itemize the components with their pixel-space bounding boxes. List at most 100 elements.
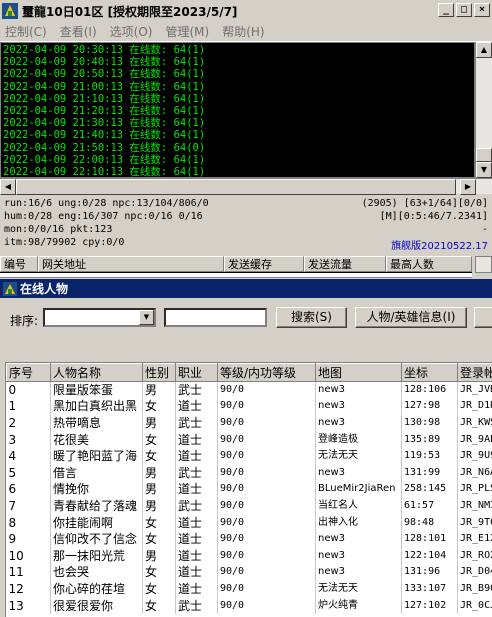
table-row[interactable]: 10那一抹阳光荒男道士90/0new3122:104JR_RO2 [6, 547, 492, 565]
row-index: 6 [6, 481, 51, 498]
log-line: 2022-04-09 21:10:13 在线数: 64(1) [3, 92, 206, 105]
row-class: 道士 [175, 398, 218, 415]
row-level: 90/0 [217, 564, 316, 581]
col-map[interactable]: 地图 [315, 363, 402, 382]
row-level: 90/0 [217, 447, 316, 465]
menu-manage[interactable]: 管理(M) [160, 23, 217, 40]
minimize-button[interactable]: _ [438, 3, 454, 17]
row-level: 90/0 [217, 514, 316, 531]
row-name: 暖了艳阳蓝了海 [50, 447, 143, 465]
menu-options[interactable]: 选项(O) [105, 23, 161, 40]
sort-dropdown[interactable]: ▼ [43, 308, 156, 327]
gateway-col-max-players[interactable]: 最高人数 [386, 256, 472, 272]
col-class[interactable]: 职业 [175, 363, 218, 382]
scroll-up-arrow-icon[interactable]: ▲ [476, 42, 492, 58]
log-vertical-scrollbar[interactable]: ▲ ▼ [475, 42, 492, 178]
row-account: JR_0CJ [457, 597, 492, 614]
scroll-down-arrow-icon[interactable]: ▼ [476, 162, 492, 178]
row-coords: 128:106 [401, 381, 458, 399]
row-gender: 女 [142, 580, 176, 598]
table-row[interactable]: 6情挽你男道士90/0BLueMir2JiaRen258:145JR_PLS [6, 481, 492, 498]
scroll-thumb[interactable] [476, 148, 492, 162]
scroll-left-arrow-icon[interactable]: ◀ [0, 179, 16, 195]
row-name: 花很美 [50, 431, 143, 448]
table-row[interactable]: 12你心碎的荏塇女道士90/0无法无天133:107JR_B90 [6, 580, 492, 598]
row-level: 90/0 [217, 580, 316, 598]
gateway-grid-body[interactable] [0, 273, 472, 278]
log-line: 2022-04-09 20:30:13 在线数: 64(1) [3, 44, 206, 56]
row-index: 5 [6, 464, 51, 482]
row-name: 限量版笨蛋 [50, 381, 143, 399]
row-map: 登峰造极 [315, 431, 402, 448]
table-row[interactable]: 1黑加白真织出黑女道士90/0new3127:98JR_D1K [6, 398, 492, 415]
player-hero-info-button[interactable]: 人物/英雄信息(I) [355, 307, 467, 328]
menu-help[interactable]: 帮助(H) [217, 23, 272, 40]
row-gender: 女 [142, 447, 176, 465]
col-coords[interactable]: 坐标 [401, 363, 458, 382]
table-row[interactable]: 11也会哭女道士90/0new3131:96JR_D04 [6, 564, 492, 581]
table-row[interactable]: 4暖了艳阳蓝了海女道士90/0无法无天119:53JR_9U9 [6, 447, 492, 465]
close-button[interactable]: × [474, 3, 490, 17]
table-row[interactable]: 0限量版笨蛋男武士90/0new3128:106JR_JVK [6, 381, 492, 399]
table-row[interactable]: 8你挂能闹啊女道士90/0出神入化98:48JR_9TO [6, 514, 492, 531]
search-input[interactable] [164, 308, 267, 327]
row-class: 武士 [175, 497, 218, 515]
col-level[interactable]: 等级/内功等级 [217, 363, 316, 382]
gateway-col-send-traffic[interactable]: 发送流量 [304, 256, 386, 272]
row-gender: 女 [142, 398, 176, 415]
table-row[interactable]: 9信仰改不了信念女道士90/0new3128:101JR_E12 [6, 530, 492, 548]
row-coords: 119:53 [401, 447, 458, 465]
dropdown-arrow-icon[interactable]: ▼ [139, 310, 154, 325]
gateway-col-address[interactable]: 网关地址 [38, 256, 224, 272]
horizontal-scroll-thumb[interactable] [16, 179, 456, 195]
title-bar: 璽龍10日01区 [授权期限至2023/5/7] _ □ × [0, 0, 492, 22]
row-level: 90/0 [217, 481, 316, 498]
row-gender: 男 [142, 381, 176, 399]
maximize-button[interactable]: □ [456, 3, 472, 17]
stat-mon: mon:0/0/16 pkt:123 [4, 224, 113, 235]
scroll-right-arrow-icon[interactable]: ▶ [460, 179, 476, 195]
table-row[interactable]: 3花很美女道士90/0登峰造极135:89JR_9AB [6, 431, 492, 448]
table-row[interactable]: 7青春献给了落魂男武士90/0当红名人61:57JR_NMI [6, 497, 492, 515]
search-button[interactable]: 搜索(S) [276, 307, 347, 328]
gateway-col-id[interactable]: 编号 [0, 256, 38, 272]
col-account[interactable]: 登录帐号 [457, 363, 492, 382]
gateway-grid-scrollbar[interactable] [475, 256, 492, 273]
row-coords: 131:99 [401, 464, 458, 482]
log-line: 2022-04-09 22:00:13 在线数: 64(1) [3, 153, 206, 166]
col-index[interactable]: 序号 [6, 363, 51, 382]
row-name: 青春献给了落魂 [50, 497, 143, 515]
row-class: 道士 [175, 431, 218, 448]
row-map: new3 [315, 398, 402, 415]
table-row[interactable]: 13很爱很爱你女武士90/0炉火纯青127:102JR_0CJ [6, 597, 492, 614]
row-map: new3 [315, 530, 402, 548]
row-level: 90/0 [217, 398, 316, 415]
menu-control[interactable]: 控制(C) [0, 23, 55, 40]
log-horizontal-scrollbar[interactable]: ◀ ▶ [0, 178, 492, 195]
stat-run: run:16/6 ung:0/28 npc:13/104/806/0 [4, 198, 209, 209]
row-index: 4 [6, 447, 51, 465]
col-name[interactable]: 人物名称 [50, 363, 143, 382]
row-level: 90/0 [217, 431, 316, 448]
table-row[interactable]: 5借言男武士90/0new3131:99JR_N6A [6, 464, 492, 482]
menu-bar: 控制(C) 查看(I) 选项(O) 管理(M) 帮助(H) [0, 22, 492, 42]
row-account: JR_D1K [457, 398, 492, 415]
row-class: 道士 [175, 564, 218, 581]
log-line: 2022-04-09 20:50:13 在线数: 64(1) [3, 68, 206, 81]
online-panel-title-bar: 在线人物 [0, 279, 492, 298]
row-level: 90/0 [217, 597, 316, 614]
extra-button-partial[interactable] [474, 307, 492, 328]
log-console[interactable]: 2022-04-09 20:30:13 在线数: 64(1) 2022-04-09… [0, 42, 475, 178]
row-gender: 女 [142, 431, 176, 448]
gateway-col-send-buffer[interactable]: 发送缓存 [224, 256, 304, 272]
online-players-table[interactable]: 序号 人物名称 性别 职业 等级/内功等级 地图 坐标 登录帐号 0限量版笨蛋男… [5, 362, 492, 617]
col-gender[interactable]: 性别 [142, 363, 176, 382]
menu-view[interactable]: 查看(I) [55, 23, 105, 40]
table-row[interactable]: 2热带嘀息男武士90/0new3130:98JR_KWS [6, 414, 492, 432]
row-coords: 127:102 [401, 597, 458, 614]
row-index: 13 [6, 597, 51, 614]
row-index: 11 [6, 564, 51, 581]
row-gender: 女 [142, 564, 176, 581]
row-account: JR_NMI [457, 497, 492, 515]
log-line: 2022-04-09 21:20:13 在线数: 64(1) [3, 105, 206, 118]
